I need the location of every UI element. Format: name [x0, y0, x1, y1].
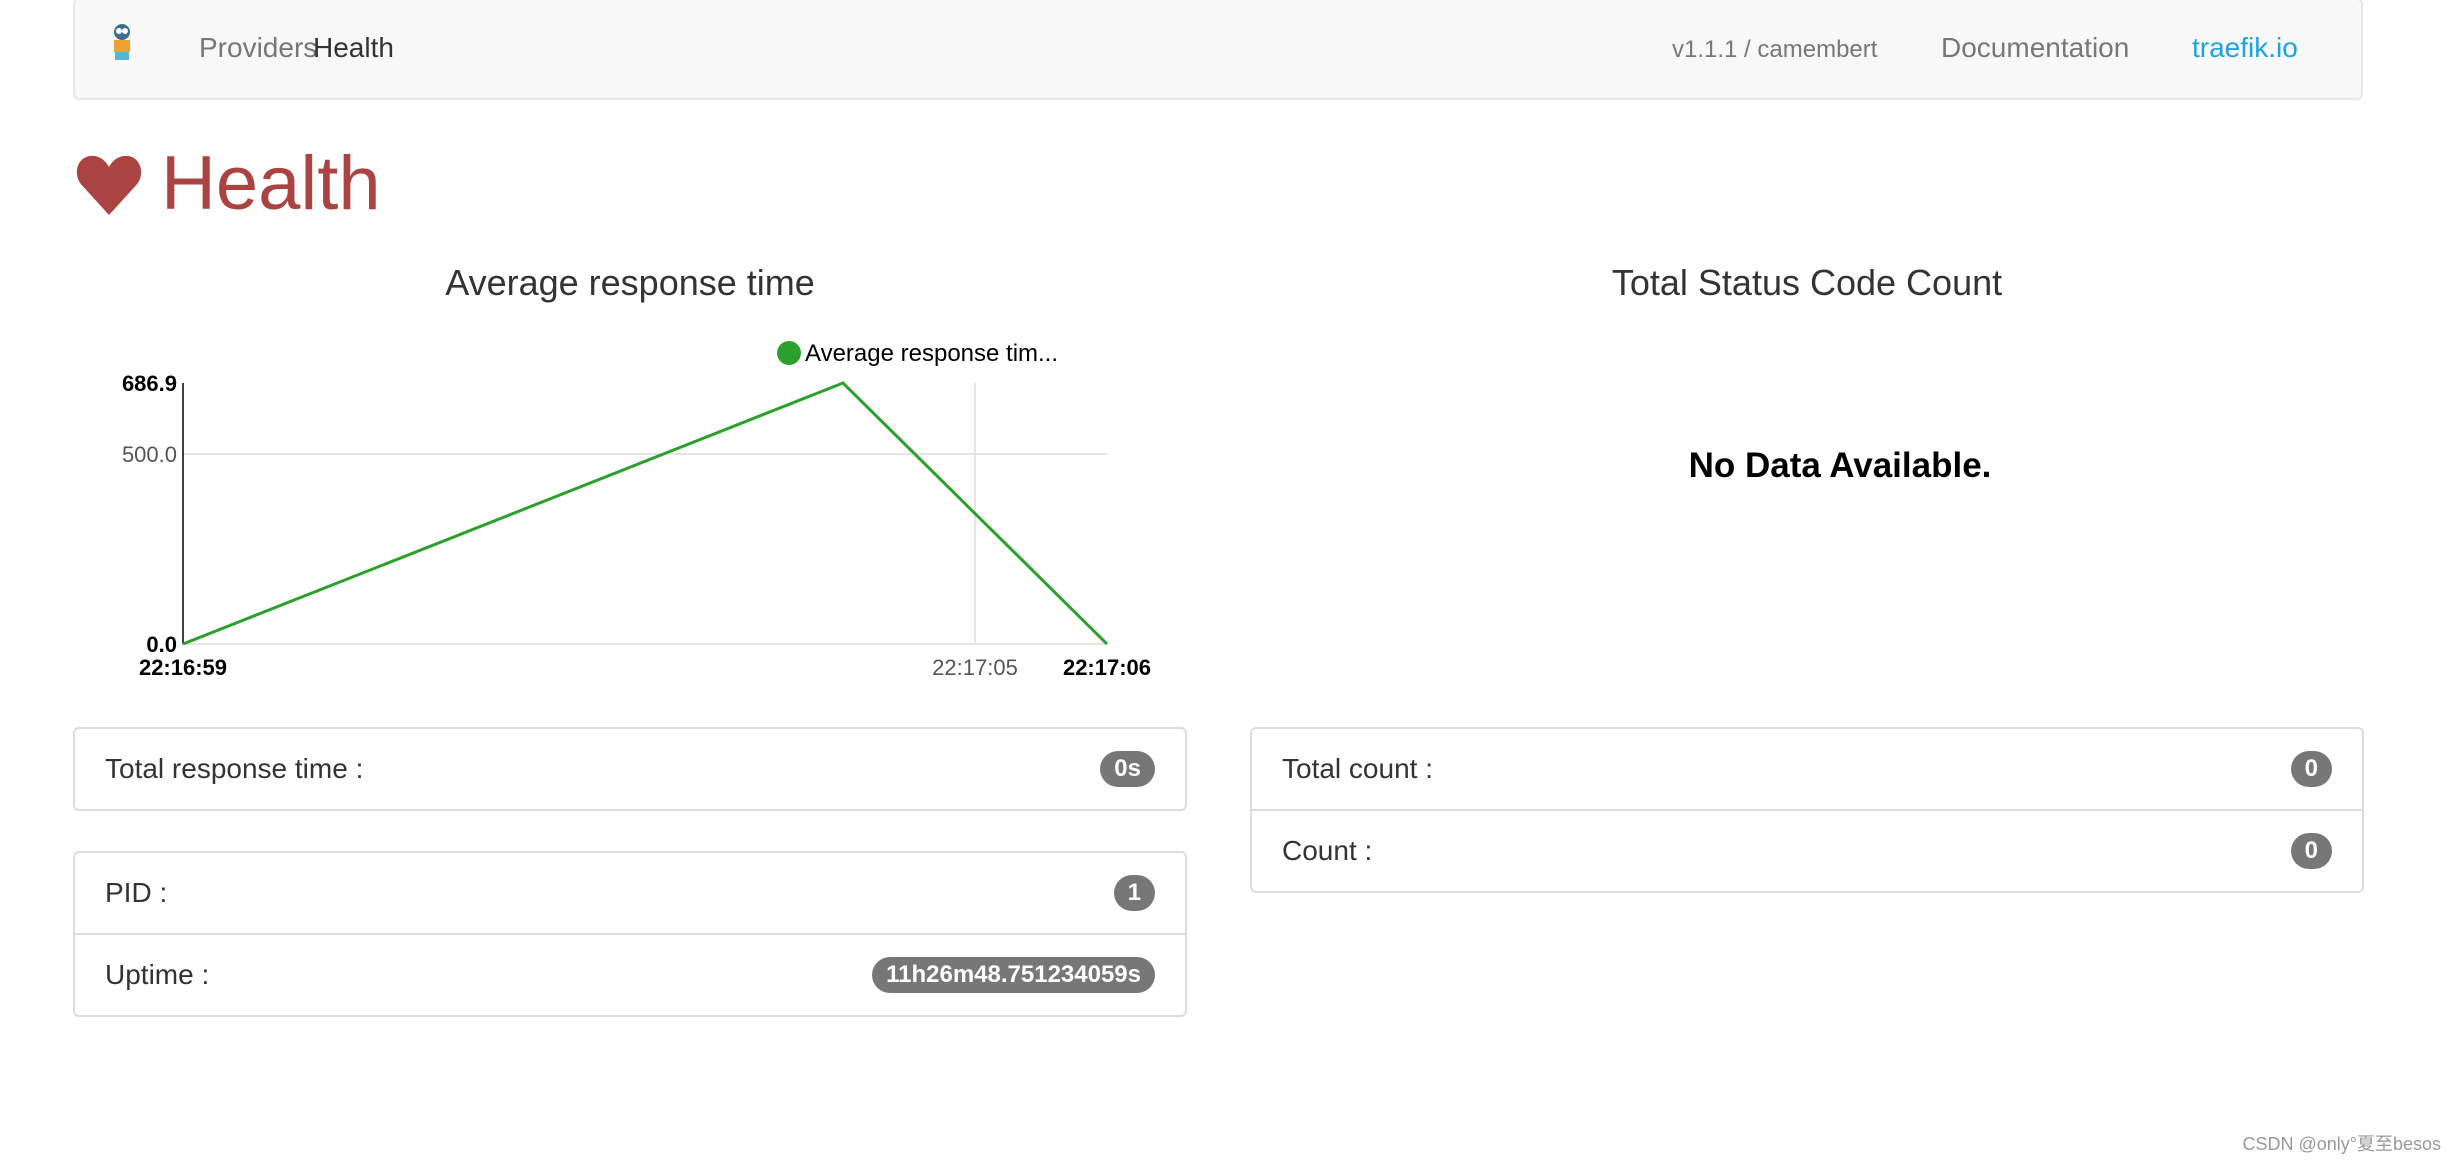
heart-icon — [76, 155, 142, 215]
x-tick-label: 22:16:59 — [139, 655, 227, 680]
value-badge: 1 — [1113, 875, 1155, 911]
value-badge: 0s — [1100, 751, 1155, 787]
traefik-logo[interactable] — [107, 22, 137, 62]
nav-providers[interactable]: Providers — [199, 32, 317, 64]
y-tick-label: 686.9 — [122, 371, 177, 396]
legend-marker — [777, 341, 801, 365]
value-badge: 0 — [2290, 833, 2332, 869]
status-chart-title: Total Status Code Count — [1611, 262, 2003, 303]
no-data-message: No Data Available. — [1688, 446, 1992, 485]
pid-row: PID : 1 — [75, 853, 1185, 933]
nav-documentation[interactable]: Documentation — [1941, 32, 2129, 64]
x-tick-label: 22:17:05 — [932, 655, 1018, 680]
y-tick-label: 0.0 — [146, 632, 177, 657]
value-badge: 0 — [2290, 751, 2332, 787]
row-label: PID : — [105, 877, 168, 908]
row-label: Count : — [1282, 835, 1373, 866]
watermark: CSDN @only°夏至besos — [2242, 1134, 2441, 1154]
uptime-row: Uptime : 11h26m48.751234059s — [75, 933, 1185, 1015]
legend-label: Average response tim... — [805, 340, 1058, 367]
value-badge: 11h26m48.751234059s — [872, 957, 1155, 993]
row-label: Total count : — [1282, 753, 1433, 784]
series-line — [182, 381, 1109, 646]
page-title-text: Health — [161, 141, 381, 226]
response-chart-title: Average response time — [445, 262, 815, 303]
total-count-row: Total count : 0 — [1252, 729, 2362, 809]
navbar: Providers Health v1.1.1 / camembert Docu… — [73, 0, 2363, 100]
nav-health[interactable]: Health — [313, 32, 394, 64]
response-time-chart: 0.0 500.0 686.9 22:16:59 22:17:05 22:17:06 Ave… — [122, 340, 1151, 680]
response-panel: Total response time : 0s — [73, 727, 1187, 811]
nav-traefik-io[interactable]: traefik.io — [2192, 32, 2298, 64]
x-tick-label: 22:17:06 — [1063, 655, 1151, 680]
page-title: Health — [75, 140, 381, 227]
count-row: Count : 0 — [1252, 809, 2362, 891]
row-label: Total response time : — [105, 753, 364, 784]
process-panel: PID : 1 Uptime : 11h26m48.751234059s — [73, 851, 1187, 1017]
version-text: v1.1.1 / camembert — [1672, 36, 1878, 63]
status-panel: Total count : 0 Count : 0 — [1250, 727, 2364, 893]
y-tick-label: 500.0 — [122, 442, 177, 467]
row-label: Uptime : — [105, 959, 210, 990]
total-response-time-row: Total response time : 0s — [75, 729, 1185, 809]
